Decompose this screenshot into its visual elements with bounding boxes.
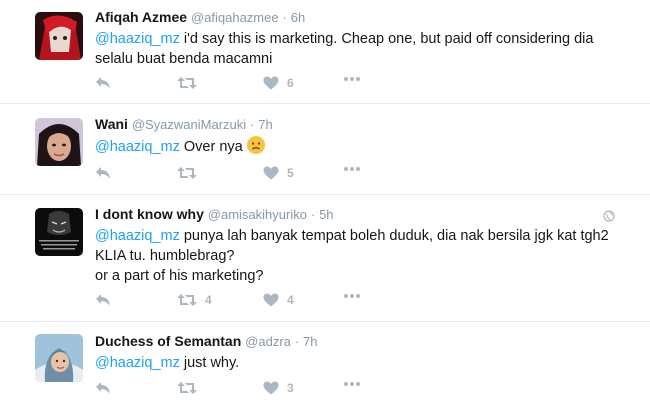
reply-button[interactable] xyxy=(95,76,111,90)
like-icon xyxy=(263,293,279,307)
like-count: 5 xyxy=(287,166,294,180)
reply-icon xyxy=(96,382,110,394)
author-handle[interactable]: @adzra xyxy=(245,334,291,349)
timestamp[interactable]: 5h xyxy=(319,207,333,222)
timestamp[interactable]: 6h xyxy=(291,10,305,25)
author-handle[interactable]: @SyazwaniMarzuki xyxy=(132,117,246,132)
retweet-icon xyxy=(177,294,197,306)
avatar[interactable] xyxy=(35,208,83,256)
tweet-body: Over nya xyxy=(179,139,243,155)
separator-dot: · xyxy=(310,207,316,222)
more-icon xyxy=(344,382,360,386)
tweet-text: @haaziq_mz punya lah banyak tempat boleh… xyxy=(95,226,625,286)
author-name[interactable]: I dont know why xyxy=(95,206,204,222)
tweet-body: just why. xyxy=(179,355,240,371)
like-button[interactable]: 4 xyxy=(263,293,294,307)
more-icon xyxy=(344,294,360,298)
separator-dot: · xyxy=(250,117,255,132)
timestamp[interactable]: 7h xyxy=(258,117,272,132)
avatar[interactable] xyxy=(35,12,83,60)
timestamp[interactable]: 7h xyxy=(303,334,317,349)
mention-link[interactable]: @haaziq_mz xyxy=(95,228,180,244)
retweet-icon xyxy=(177,167,197,179)
author-name[interactable]: Duchess of Semantan xyxy=(95,333,241,349)
like-count: 6 xyxy=(287,76,294,90)
more-button[interactable] xyxy=(343,76,361,82)
emoji-confused xyxy=(246,136,265,154)
mention-link[interactable]: @haaziq_mz xyxy=(95,139,180,155)
more-icon xyxy=(344,167,360,171)
tweet-text: @haaziq_mz Over nya xyxy=(95,136,625,157)
author-handle[interactable]: @afiqahazmee xyxy=(191,10,279,25)
reply-button[interactable] xyxy=(95,293,111,307)
separator-dot: · xyxy=(294,334,300,349)
retweet-icon xyxy=(177,77,197,89)
reply-icon xyxy=(96,167,110,179)
author-name[interactable]: Wani xyxy=(95,116,128,132)
like-icon xyxy=(263,76,279,90)
more-button[interactable] xyxy=(343,293,361,299)
more-icon xyxy=(344,77,360,81)
more-button[interactable] xyxy=(343,166,361,172)
like-button[interactable]: 5 xyxy=(263,166,294,180)
retweet-button[interactable] xyxy=(177,166,205,180)
mention-link[interactable]: @haaziq_mz xyxy=(95,31,180,47)
author-handle[interactable]: @amisakihyuriko xyxy=(208,207,307,222)
like-icon xyxy=(263,166,279,180)
globe-icon xyxy=(603,209,615,227)
like-count: 3 xyxy=(287,381,294,395)
like-button[interactable]: 3 xyxy=(263,381,294,395)
reply-icon xyxy=(96,77,110,89)
tweet-text: @haaziq_mz just why. xyxy=(95,353,625,373)
author-name[interactable]: Afiqah Azmee xyxy=(95,9,187,25)
mention-link[interactable]: @haaziq_mz xyxy=(95,355,180,371)
reply-button[interactable] xyxy=(95,381,111,395)
retweet-count: 4 xyxy=(205,293,212,307)
tweet[interactable]: I dont know why @amisakihyuriko · 5h @ha… xyxy=(0,195,650,322)
separator-dot: · xyxy=(282,10,287,25)
avatar[interactable] xyxy=(35,334,83,382)
retweet-button[interactable] xyxy=(177,381,205,395)
retweet-button[interactable] xyxy=(177,76,205,90)
tweet[interactable]: Duchess of Semantan @adzra · 7h @haaziq_… xyxy=(0,322,650,408)
avatar[interactable] xyxy=(35,118,83,166)
tweet-text: @haaziq_mz i'd say this is marketing. Ch… xyxy=(95,29,625,69)
like-icon xyxy=(263,381,279,395)
like-count: 4 xyxy=(287,293,294,307)
reply-button[interactable] xyxy=(95,166,111,180)
tweet[interactable]: Wani @SyazwaniMarzuki · 7h @haaziq_mz Ov… xyxy=(0,104,650,195)
like-button[interactable]: 6 xyxy=(263,76,294,90)
retweet-button[interactable]: 4 xyxy=(177,293,212,307)
more-button[interactable] xyxy=(343,381,361,387)
reply-icon xyxy=(96,294,110,306)
tweet[interactable]: Afiqah Azmee @afiqahazmee · 6h @haaziq_m… xyxy=(0,0,650,104)
tweet-body-line2: or a part of his marketing? xyxy=(95,268,264,284)
retweet-icon xyxy=(177,382,197,394)
